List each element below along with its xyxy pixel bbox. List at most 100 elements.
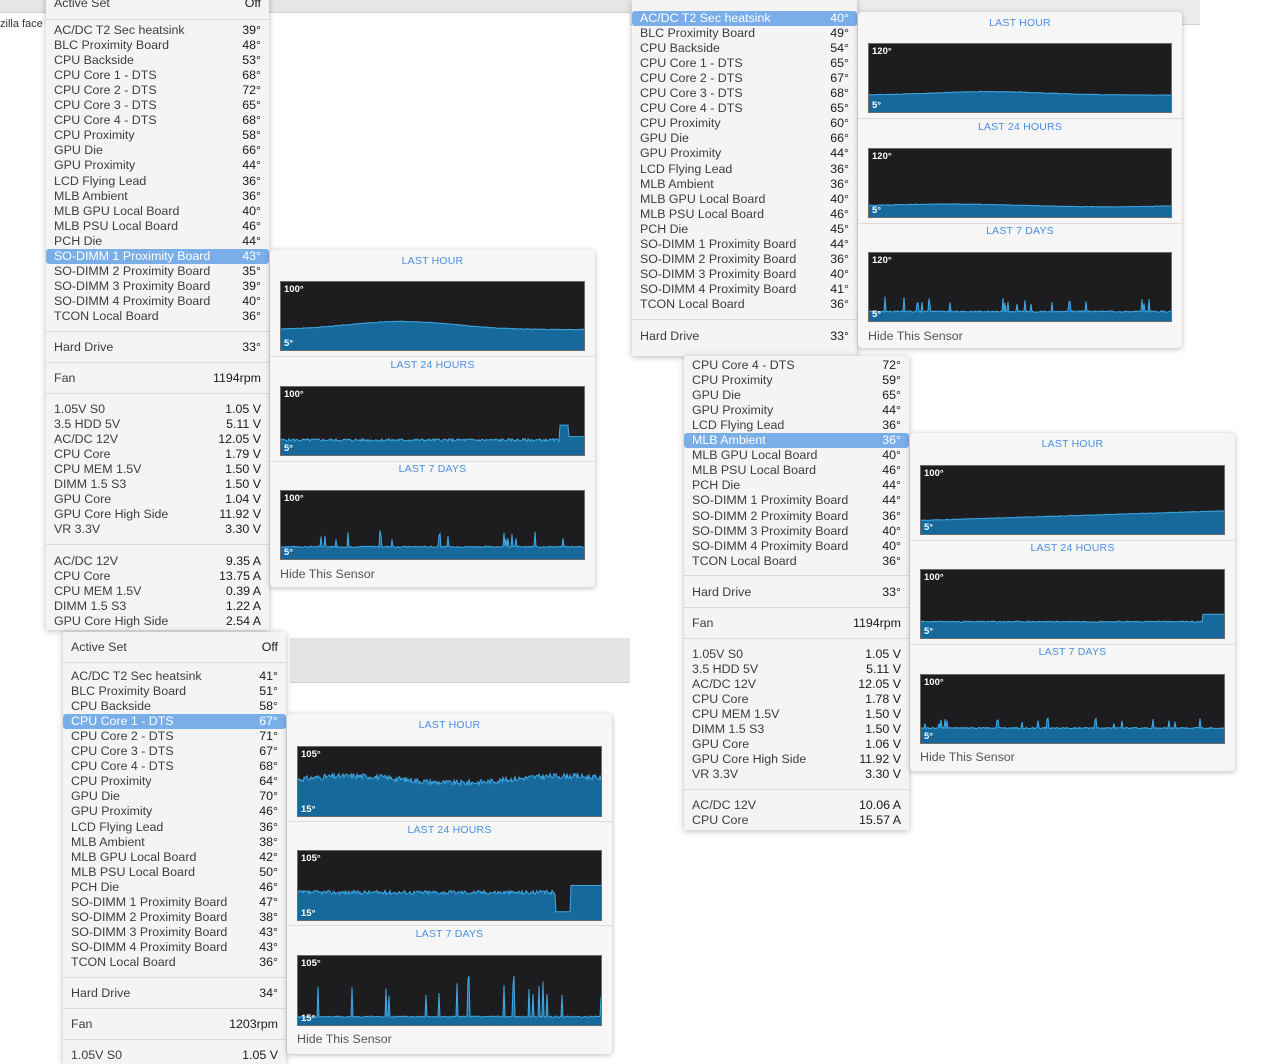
sensor-row[interactable]: GPU Proximity 46°: [63, 804, 286, 819]
sensor-row[interactable]: GPU Die 65°: [684, 388, 909, 403]
background-tab-fragment[interactable]: zilla face: [0, 18, 43, 30]
sensor-row[interactable]: CPU Core 2 - DTS 71°: [63, 729, 286, 744]
sensor-row[interactable]: 3.5 HDD 5V 5.11 V: [46, 417, 269, 432]
sensor-row[interactable]: MLB PSU Local Board 46°: [684, 463, 909, 478]
sensor-row[interactable]: MLB PSU Local Board 50°: [63, 865, 286, 880]
sensor-row[interactable]: DIMM 1.5 S3 1.50 V: [684, 722, 909, 737]
sensor-row[interactable]: 1.05V S0 1.05 V: [684, 647, 909, 662]
sensor-row[interactable]: 1.05V S0 1.05 V: [46, 402, 269, 417]
hide-sensor-button[interactable]: Hide This Sensor: [297, 1032, 392, 1046]
sensor-row[interactable]: CPU Core 15.57 A: [684, 813, 909, 828]
hard-drive-row[interactable]: Hard Drive 34°: [63, 986, 286, 1001]
sensor-row[interactable]: GPU Core 1.04 V: [46, 492, 269, 507]
hide-sensor-button[interactable]: Hide This Sensor: [868, 329, 963, 343]
sensor-row[interactable]: CPU Core 4 - DTS 68°: [46, 113, 269, 128]
sensor-row[interactable]: GPU Die 66°: [632, 131, 857, 146]
sensor-row[interactable]: LCD Flying Lead 36°: [46, 174, 269, 189]
sensor-row[interactable]: TCON Local Board 36°: [684, 554, 909, 569]
sensor-row[interactable]: AC/DC 12V 12.05 V: [684, 677, 909, 692]
sensor-row-selected[interactable]: AC/DC T2 Sec heatsink 40°: [632, 11, 857, 26]
sensor-row[interactable]: SO-DIMM 4 Proximity Board 43°: [63, 940, 286, 955]
sensor-row[interactable]: DIMM 1.5 S3 1.22 A: [46, 599, 269, 614]
sensor-row[interactable]: SO-DIMM 1 Proximity Board 47°: [63, 895, 286, 910]
sensor-row[interactable]: PCH Die 44°: [684, 478, 909, 493]
sensor-row[interactable]: BLC Proximity Board 51°: [63, 684, 286, 699]
sensor-row[interactable]: CPU Proximity 64°: [63, 774, 286, 789]
sensor-row[interactable]: CPU Core 2 - DTS 67°: [632, 71, 857, 86]
sensor-row-selected[interactable]: CPU Core 1 - DTS 67°: [63, 714, 286, 730]
sensor-row[interactable]: BLC Proximity Board 48°: [46, 38, 269, 53]
sensor-row[interactable]: GPU Die 66°: [46, 143, 269, 158]
sensor-row[interactable]: SO-DIMM 3 Proximity Board 40°: [684, 524, 909, 539]
fan-row[interactable]: Fan 1194rpm: [46, 371, 269, 386]
hide-sensor-button[interactable]: Hide This Sensor: [280, 567, 375, 581]
sensor-row[interactable]: AC/DC 12V 12.05 V: [46, 432, 269, 447]
sensor-row[interactable]: CPU Backside 58°: [63, 699, 286, 714]
sensor-row[interactable]: PCH Die 44°: [46, 234, 269, 249]
sensor-row[interactable]: CPU Core 2 - DTS 72°: [46, 83, 269, 98]
sensor-row[interactable]: LCD Flying Lead 36°: [632, 162, 857, 177]
sensor-row[interactable]: GPU Proximity 44°: [684, 403, 909, 418]
sensor-row[interactable]: GPU Proximity 44°: [46, 158, 269, 173]
sensor-row[interactable]: GPU Core High Side 11.92 V: [684, 752, 909, 767]
fan-row[interactable]: Fan 1203rpm: [63, 1017, 286, 1032]
sensor-row[interactable]: CPU MEM 1.5V 1.50 V: [46, 462, 269, 477]
sensor-row[interactable]: AC/DC 12V 9.35 A: [46, 554, 269, 569]
sensor-row[interactable]: SO-DIMM 3 Proximity Board 43°: [63, 925, 286, 940]
sensor-row[interactable]: MLB PSU Local Board 46°: [632, 207, 857, 222]
sensor-row[interactable]: MLB PSU Local Board 46°: [46, 219, 269, 234]
sensor-row[interactable]: CPU Backside 54°: [632, 41, 857, 56]
sensor-row[interactable]: LCD Flying Lead 36°: [684, 418, 909, 433]
sensor-row[interactable]: CPU Core 4 - DTS 65°: [632, 101, 857, 116]
sensor-row[interactable]: SO-DIMM 2 Proximity Board 36°: [632, 252, 857, 267]
sensor-row[interactable]: CPU Core 1.79 V: [46, 447, 269, 462]
sensor-row[interactable]: CPU Core 3 - DTS 68°: [632, 86, 857, 101]
sensor-row[interactable]: 3.5 HDD 5V 5.11 V: [684, 662, 909, 677]
hide-sensor-button[interactable]: Hide This Sensor: [920, 750, 1015, 764]
sensor-row[interactable]: VR 3.3V 3.30 V: [46, 522, 269, 537]
sensor-row[interactable]: CPU Backside 53°: [46, 53, 269, 68]
sensor-row[interactable]: SO-DIMM 4 Proximity Board 41°: [632, 282, 857, 297]
sensor-row[interactable]: CPU Proximity 60°: [632, 116, 857, 131]
sensor-row[interactable]: CPU Core 4 - DTS 68°: [63, 759, 286, 774]
sensor-row[interactable]: SO-DIMM 2 Proximity Board 36°: [684, 509, 909, 524]
sensor-row[interactable]: 1.05V S0 1.05 V: [63, 1048, 286, 1063]
sensor-row[interactable]: TCON Local Board 36°: [46, 309, 269, 324]
sensor-row[interactable]: SO-DIMM 4 Proximity Board 40°: [46, 294, 269, 309]
sensor-row[interactable]: CPU Core 1 - DTS 68°: [46, 68, 269, 83]
sensor-row[interactable]: GPU Proximity 44°: [632, 146, 857, 161]
sensor-row[interactable]: AC/DC T2 Sec heatsink 41°: [63, 669, 286, 684]
sensor-row[interactable]: CPU MEM 1.5V 1.50 V: [684, 707, 909, 722]
sensor-row[interactable]: LCD Flying Lead 36°: [63, 820, 286, 835]
sensor-row[interactable]: CPU MEM 1.5V 0.39 A: [46, 584, 269, 599]
sensor-row[interactable]: PCH Die 45°: [632, 222, 857, 237]
sensor-row[interactable]: SO-DIMM 3 Proximity Board 39°: [46, 279, 269, 294]
sensor-row[interactable]: SO-DIMM 1 Proximity Board 44°: [684, 493, 909, 508]
sensor-row[interactable]: SO-DIMM 4 Proximity Board 40°: [684, 539, 909, 554]
sensor-row[interactable]: SO-DIMM 2 Proximity Board 38°: [63, 910, 286, 925]
sensor-row[interactable]: MLB GPU Local Board 40°: [684, 448, 909, 463]
hard-drive-row[interactable]: Hard Drive 33°: [632, 329, 857, 344]
sensor-row[interactable]: SO-DIMM 2 Proximity Board 35°: [46, 264, 269, 279]
sensor-row[interactable]: GPU Core High Side 11.92 V: [46, 507, 269, 522]
active-set-row[interactable]: Active Set Off: [63, 640, 286, 655]
sensor-row[interactable]: CPU Core 1 - DTS 65°: [632, 56, 857, 71]
fan-row[interactable]: Fan 1194rpm: [684, 616, 909, 631]
sensor-row[interactable]: MLB Ambient 36°: [632, 177, 857, 192]
active-set-row[interactable]: Active Set Off: [46, 0, 269, 11]
sensor-row[interactable]: TCON Local Board 36°: [632, 297, 857, 312]
hard-drive-row[interactable]: Hard Drive 33°: [684, 585, 909, 600]
sensor-row[interactable]: MLB Ambient 38°: [63, 835, 286, 850]
sensor-row[interactable]: GPU Core High Side 2.54 A: [46, 614, 269, 629]
sensor-row[interactable]: CPU Proximity 58°: [46, 128, 269, 143]
sensor-row[interactable]: GPU Die 70°: [63, 789, 286, 804]
sensor-row[interactable]: SO-DIMM 3 Proximity Board 40°: [632, 267, 857, 282]
sensor-row[interactable]: MLB Ambient 36°: [46, 189, 269, 204]
sensor-row[interactable]: VR 3.3V 3.30 V: [684, 767, 909, 782]
sensor-row[interactable]: BLC Proximity Board 49°: [632, 26, 857, 41]
sensor-row[interactable]: MLB GPU Local Board 40°: [632, 192, 857, 207]
sensor-row[interactable]: AC/DC 12V 10.06 A: [684, 798, 909, 813]
sensor-row[interactable]: PCH Die 46°: [63, 880, 286, 895]
sensor-row[interactable]: GPU Core 1.06 V: [684, 737, 909, 752]
sensor-row[interactable]: MLB GPU Local Board 40°: [46, 204, 269, 219]
